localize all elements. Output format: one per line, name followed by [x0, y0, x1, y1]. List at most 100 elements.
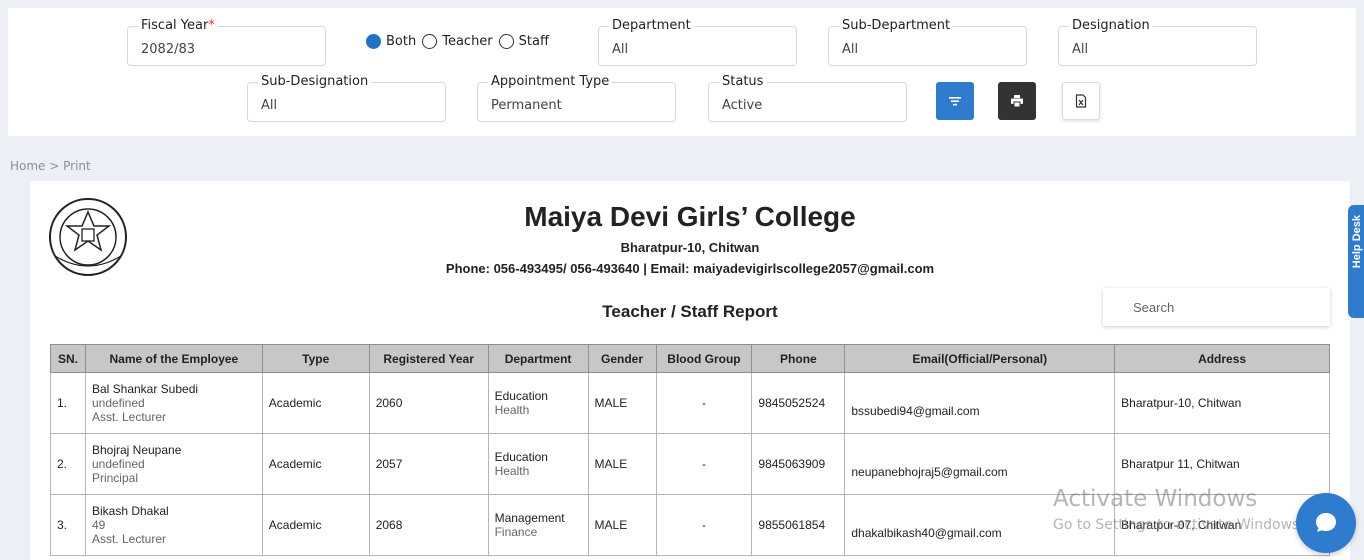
employee-code: 49	[91, 518, 106, 532]
cell-employee: Bhojraj Neupane undefined Principal	[84, 433, 263, 495]
column-header-email: Email(Official/Personal)	[844, 344, 1116, 373]
radio-dot	[498, 33, 514, 49]
chat-bubble-icon	[1316, 513, 1336, 532]
department-field[interactable]: Department All	[598, 18, 797, 66]
export-excel-button[interactable]	[1062, 82, 1100, 120]
column-header-type: Type	[261, 344, 370, 373]
designation-field[interactable]: Designation All	[1058, 18, 1257, 66]
sub-designation-field[interactable]: Sub-Designation All	[247, 74, 446, 122]
cell-year: 2057	[368, 433, 489, 495]
column-header-department: Department	[487, 344, 589, 373]
fiscal-year-label: Fiscal Year	[141, 18, 209, 33]
cell-email: bssubedi94@gmail.com	[844, 372, 1116, 434]
status-value: Active	[722, 98, 763, 113]
cell-blood-group: -	[655, 433, 753, 495]
cell-employee: Bikash Dhakal 49 Asst. Lecturer	[84, 494, 263, 556]
cell-sn: 3.	[50, 494, 86, 556]
filter-icon	[949, 97, 961, 106]
column-header-name: Name of the Employee	[84, 344, 263, 373]
employee-designation: Principal	[91, 471, 138, 485]
printer-icon	[1011, 95, 1023, 108]
cell-gender: MALE	[587, 372, 657, 434]
help-desk-label: Help Desk	[1351, 215, 1363, 269]
cell-phone: 9855061854	[751, 494, 846, 556]
radio-staff-label: Staff	[518, 33, 549, 49]
cell-gender: MALE	[587, 433, 657, 495]
radio-both-label: Both	[386, 33, 417, 49]
sub-department-name: Health	[494, 403, 530, 417]
filter-bar: Fiscal Year* 2082/83 Both Teacher Staff …	[8, 8, 1356, 136]
column-header-gender: Gender	[587, 344, 657, 373]
column-header-registered-year: Registered Year	[368, 344, 489, 373]
excel-file-icon	[1075, 94, 1087, 108]
filter-button[interactable]	[936, 82, 974, 120]
sub-department-value: All	[842, 42, 859, 57]
radio-dot-selected	[366, 33, 381, 49]
status-field[interactable]: Status Active	[708, 74, 907, 122]
radio-staff[interactable]: Staff	[498, 33, 549, 49]
employee-name: Bikash Dhakal	[91, 504, 169, 518]
appointment-type-value: Permanent	[491, 98, 562, 113]
activate-windows-subtext: Go to Settings to activate Windows.	[1053, 517, 1304, 533]
cell-type: Academic	[261, 372, 370, 434]
help-desk-tab[interactable]: Help Desk	[1348, 205, 1364, 318]
print-button[interactable]	[998, 82, 1036, 120]
cell-gender: MALE	[587, 494, 657, 556]
employee-type-radio-group: Both Teacher Staff	[366, 30, 555, 52]
breadcrumb: Home > Print	[10, 159, 91, 173]
sub-department-field[interactable]: Sub-Department All	[828, 18, 1027, 66]
column-header-blood-group: Blood Group	[655, 344, 753, 373]
cell-type: Academic	[261, 433, 370, 495]
table-header-row: SN. Name of the Employee Type Registered…	[50, 344, 1330, 373]
radio-both[interactable]: Both	[366, 33, 417, 49]
cell-year: 2068	[368, 494, 489, 556]
appointment-type-label: Appointment Type	[488, 74, 613, 90]
cell-sn: 2.	[50, 433, 86, 495]
cell-employee: Bal Shankar Subedi undefined Asst. Lectu…	[84, 372, 263, 434]
sub-designation-value: All	[261, 98, 278, 113]
fiscal-year-value: 2082/83	[141, 42, 196, 57]
college-contact: Phone: 056-493495/ 056-493640 | Email: m…	[445, 261, 935, 276]
required-mark: *	[208, 18, 215, 33]
cell-blood-group: -	[655, 494, 753, 556]
designation-label: Designation	[1069, 18, 1153, 34]
cell-department: Management Finance	[487, 494, 589, 556]
column-header-sn: SN.	[50, 344, 86, 373]
status-label: Status	[719, 74, 767, 90]
table-row: 1. Bal Shankar Subedi undefined Asst. Le…	[50, 372, 1330, 434]
search-input[interactable]	[1103, 288, 1330, 326]
cell-phone: 9845063909	[751, 433, 846, 495]
activate-windows-watermark: Activate Windows	[1053, 486, 1258, 512]
sub-department-name: Finance	[494, 525, 538, 539]
appointment-type-field[interactable]: Appointment Type Permanent	[477, 74, 676, 122]
fiscal-year-field[interactable]: Fiscal Year* 2082/83	[127, 18, 326, 66]
cell-sn: 1.	[50, 372, 86, 434]
sub-designation-label: Sub-Designation	[258, 74, 372, 90]
employee-name: Bhojraj Neupane	[91, 443, 182, 457]
sub-department-name: Health	[494, 464, 530, 478]
cell-address: Bharatpur-10, Chitwan	[1114, 372, 1330, 434]
column-header-address: Address	[1114, 344, 1330, 373]
column-header-phone: Phone	[751, 344, 846, 373]
department-name: Management	[494, 511, 565, 525]
chat-button[interactable]	[1296, 493, 1356, 553]
department-label: Department	[609, 18, 694, 34]
employee-designation: Asst. Lecturer	[91, 532, 166, 546]
cell-department: Education Health	[487, 372, 589, 434]
cell-type: Academic	[261, 494, 370, 556]
employee-designation: Asst. Lecturer	[91, 410, 166, 424]
designation-value: All	[1072, 42, 1089, 57]
radio-dot	[422, 33, 438, 49]
cell-phone: 9845052524	[751, 372, 846, 434]
department-value: All	[612, 42, 629, 57]
radio-teacher[interactable]: Teacher	[422, 33, 493, 49]
college-address: Bharatpur-10, Chitwan	[620, 240, 760, 255]
cell-department: Education Health	[487, 433, 589, 495]
employee-code: undefined	[91, 457, 145, 471]
college-name: Maiya Devi Girls’ College	[524, 201, 856, 232]
department-name: Education	[494, 389, 548, 403]
employee-name: Bal Shankar Subedi	[91, 382, 199, 396]
cell-blood-group: -	[655, 372, 753, 434]
department-name: Education	[494, 450, 548, 464]
sub-department-label: Sub-Department	[839, 18, 954, 34]
